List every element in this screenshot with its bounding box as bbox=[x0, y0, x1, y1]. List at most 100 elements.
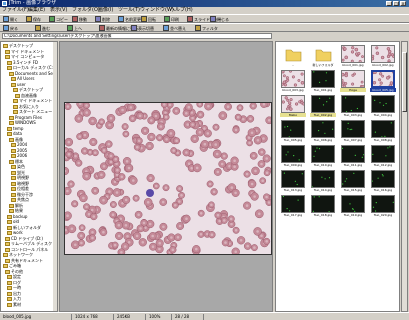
fluorescent-spot bbox=[390, 122, 392, 124]
open-icon bbox=[3, 16, 9, 22]
image-thumbnail[interactable]: Hoge bbox=[340, 70, 366, 92]
image-thumbnail[interactable]: blood_003.jpg bbox=[280, 70, 306, 92]
thumbnail-image bbox=[341, 170, 365, 188]
image-thumbnail[interactable]: fluo_006.jpg bbox=[310, 120, 336, 142]
thumbnail-caption: fluo_004.jpg bbox=[373, 113, 393, 117]
image-thumbnail[interactable]: fluo_016.jpg bbox=[370, 170, 396, 192]
cell-center bbox=[80, 226, 84, 229]
image-thumbnail[interactable]: blood_001.jpg bbox=[340, 45, 366, 67]
image-thumbnail[interactable]: fluo_007.jpg bbox=[340, 120, 366, 142]
cell-center bbox=[77, 161, 80, 165]
menu-folder[interactable]: フォルダ(O) bbox=[72, 7, 100, 14]
cell-center bbox=[82, 196, 85, 200]
cell-center bbox=[199, 233, 203, 236]
image-thumbnail[interactable]: fluo_001.jpg bbox=[310, 70, 336, 92]
folder-icon bbox=[7, 286, 12, 290]
close-button[interactable]: x bbox=[400, 1, 406, 6]
image-thumbnail[interactable]: blood_005.jpg bbox=[370, 70, 396, 92]
folder-icon bbox=[5, 269, 10, 274]
menu-file[interactable]: ファイル(F) bbox=[2, 7, 29, 14]
image-thumbnail[interactable]: fluo_002.jpg bbox=[310, 95, 336, 117]
folder-icon bbox=[11, 176, 16, 180]
copy-icon bbox=[49, 16, 55, 22]
image-thumbnail[interactable]: fluo_008.jpg bbox=[370, 120, 396, 142]
tree-scrollbar[interactable] bbox=[53, 42, 57, 311]
folder-thumbnail[interactable]: .. bbox=[280, 45, 306, 67]
cell-center bbox=[92, 215, 96, 218]
cell-center bbox=[234, 229, 238, 232]
thumbnail-grid[interactable]: .. 新しいフォルダ blood_001.jpg blood_002.jpgblood… bbox=[275, 41, 400, 312]
cell-center bbox=[354, 73, 355, 75]
image-thumbnail[interactable]: blood_002.jpg bbox=[370, 45, 396, 67]
image-thumbnail[interactable]: fluo_019.jpg bbox=[340, 195, 366, 217]
menu-view[interactable]: 表示(V) bbox=[50, 7, 67, 14]
cell-center bbox=[114, 157, 117, 161]
image-thumbnail[interactable]: fluo_011.jpg bbox=[340, 145, 366, 167]
image-thumbnail[interactable]: fluo_013.jpg bbox=[280, 170, 306, 192]
image-thumbnail[interactable]: Mebo bbox=[280, 95, 306, 117]
thumbnail-caption: fluo_001.jpg bbox=[313, 88, 333, 92]
fluorescent-spot bbox=[351, 128, 353, 130]
tree-item-label: ローカル ディスク (C:) bbox=[13, 65, 55, 70]
image-thumbnail[interactable]: fluo_015.jpg bbox=[340, 170, 366, 192]
tree-item-label: All Users bbox=[17, 76, 35, 81]
image-thumbnail[interactable]: fluo_009.jpg bbox=[280, 145, 306, 167]
image-thumbnail[interactable]: fluo_017.jpg bbox=[280, 195, 306, 217]
cell-center bbox=[111, 213, 115, 216]
tool-label: 表示切替 bbox=[138, 26, 154, 31]
folder-icon bbox=[13, 88, 18, 92]
tree-item-label: ネットワーク bbox=[9, 252, 33, 257]
image-thumbnail[interactable]: fluo_018.jpg bbox=[310, 195, 336, 217]
maximize-button[interactable]: □ bbox=[393, 1, 399, 6]
fluorescent-spot bbox=[361, 156, 363, 158]
cell-center bbox=[233, 165, 236, 168]
image-thumbnail[interactable]: fluo_003.jpg bbox=[340, 95, 366, 117]
scrollbar-thumb[interactable] bbox=[402, 52, 407, 112]
menu-image[interactable]: 画像(I) bbox=[98, 7, 113, 14]
folder-icon bbox=[7, 291, 12, 296]
thumbnail-image bbox=[341, 195, 365, 213]
cell-center bbox=[199, 212, 203, 215]
image-thumbnail[interactable]: fluo_010.jpg bbox=[310, 145, 336, 167]
cell-center bbox=[85, 111, 88, 114]
folder-thumbnail[interactable]: 新しいフォルダ bbox=[310, 45, 336, 67]
folder-icon bbox=[11, 82, 16, 87]
tree-item-label: 2004 bbox=[17, 142, 28, 147]
folder-icon bbox=[5, 49, 10, 54]
menu-tools[interactable]: ツール(T) bbox=[118, 7, 140, 14]
image-thumbnail[interactable]: fluo_005.jpg bbox=[280, 120, 306, 142]
status-count: 28 / 28 bbox=[174, 314, 204, 320]
fluorescent-spot bbox=[352, 208, 354, 210]
image-thumbnail[interactable]: fluo_012.jpg bbox=[370, 145, 396, 167]
folder-icon bbox=[7, 275, 12, 279]
cell-center bbox=[190, 166, 193, 170]
fluorescent-spot bbox=[325, 80, 327, 82]
folder-icon bbox=[7, 280, 12, 285]
image-viewer[interactable] bbox=[59, 41, 273, 312]
thumbnail-caption: fluo_016.jpg bbox=[373, 188, 393, 192]
menu-help[interactable]: ヘルプ(H) bbox=[170, 7, 193, 14]
folder-tree[interactable]: 素材 入力 出力 一時 ログ 設定 その他 ごみ箱 共有ドキュメント ネットワーク コントロール パ… bbox=[0, 41, 58, 312]
address-input[interactable]: C:\Documents and Settings\user\デスクトップ\血液… bbox=[2, 33, 272, 39]
image-thumbnail[interactable]: fluo_020.jpg bbox=[370, 195, 396, 217]
menu-window[interactable]: ウィンドウ(W) bbox=[140, 7, 174, 14]
cell-center bbox=[175, 139, 178, 142]
thumbnail-image bbox=[341, 45, 365, 63]
fluorescent-spot bbox=[318, 196, 320, 198]
cell-center bbox=[250, 131, 254, 135]
thumbnail-image bbox=[311, 70, 335, 88]
menu-edit[interactable]: 編集(E) bbox=[28, 7, 45, 14]
cell-center bbox=[376, 52, 378, 54]
cell-center bbox=[85, 174, 88, 178]
cell-center bbox=[261, 179, 264, 182]
cell-center bbox=[260, 234, 263, 237]
cell-center bbox=[127, 166, 131, 170]
minimize-button[interactable]: _ bbox=[386, 1, 392, 6]
cell-center bbox=[265, 171, 269, 175]
thumbnail-image bbox=[371, 70, 395, 88]
tree-item-label: お気に入り bbox=[19, 103, 39, 109]
image-thumbnail[interactable]: fluo_014.jpg bbox=[310, 170, 336, 192]
fluorescent-spot bbox=[283, 172, 285, 174]
thumbnail-scrollbar[interactable] bbox=[401, 41, 408, 312]
image-thumbnail[interactable]: fluo_004.jpg bbox=[370, 95, 396, 117]
